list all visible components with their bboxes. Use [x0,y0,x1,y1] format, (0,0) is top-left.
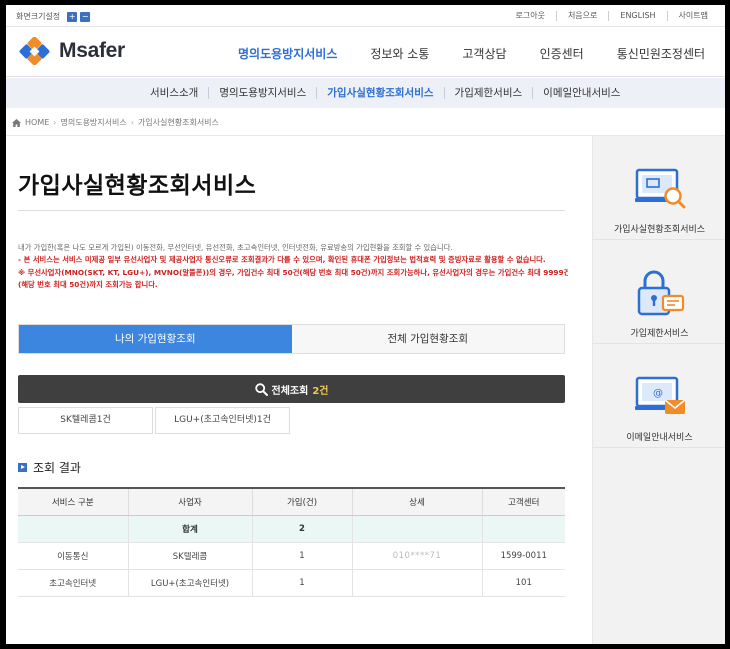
quick-menu-label: 가입사실현황조회서비스 [613,225,706,235]
search-count: 2건 [312,385,329,397]
notice-text: ※ 무선사업자(MNO(SKT, KT, LGU+), MVNO(알뜰폰))의 … [18,267,568,277]
main-nav: 명의도용방지서비스 정보와 소통 고객상담 인증센터 통신민원조정센터 [238,45,705,62]
col-detail: 상세 [351,487,482,516]
utility-bar: 화면크기설정 + − 로그아웃 처음으로 ENGLISH 사이트맵 [6,5,725,27]
cell-count: 1 [251,542,352,570]
quick-menu-label: 이메일안내서비스 [626,433,693,443]
english-link[interactable]: ENGLISH [608,11,666,21]
cell-call-center: 1599-0011 [481,542,565,570]
carrier-filter: SK텔레콤1건 LGU+(초고속인터넷)1건 [18,407,290,434]
cell-provider: SK텔레콤 [127,542,252,570]
breadcrumb-level-1[interactable]: 명의도용방지서비스 [60,117,126,128]
bullet-icon [18,463,27,472]
cell-call-center: 101 [481,569,565,597]
carrier-filter-skt[interactable]: SK텔레콤1건 [18,407,153,434]
nav-item-identity-theft[interactable]: 명의도용방지서비스 [238,45,337,62]
sub-nav: 서비스소개 명의도용방지서비스 가입사실현황조회서비스 가입제한서비스 이메일안… [6,78,725,108]
cell-detail[interactable] [351,569,482,597]
cell-service-type: 이동통신 [18,542,128,570]
nav-item-mediation[interactable]: 통신민원조정센터 [617,45,705,62]
chevron-right-icon: › [53,118,57,127]
page-title: 가입사실현황조회서비스 [18,173,257,199]
font-size-control: 화면크기설정 + − [16,11,91,22]
result-heading-text: 조회 결과 [33,461,81,475]
quick-menu-subscription-lookup[interactable]: 가입사실현황조회서비스 [593,136,725,240]
nav-item-certification[interactable]: 인증센터 [540,45,584,62]
notice-text: (해당 번호 최대 50건)까지 조회가능 합니다. [18,280,158,290]
quick-menu: 가입사실현황조회서비스 가입제한서비스 @ 이메일안내서비스 [592,136,725,644]
notice-text: - 본 서비스는 서비스 미제공 일부 유선사업자 및 제공사업자 통신오류로 … [18,255,546,265]
quick-menu-restriction[interactable]: 가입제한서비스 [593,240,725,344]
description-text: 내가 가입한(혹은 나도 모르게 가입된) 이동전화, 무선인터넷, 유선전화,… [18,243,453,252]
logout-link[interactable]: 로그아웃 [504,11,555,21]
main-content: 가입사실현황조회서비스 내가 가입한(혹은 나도 모르게 가입된) 이동전화, … [6,136,592,644]
home-icon [12,118,21,127]
col-service-type: 서비스 구분 [18,487,128,516]
logo-text: Msafer [59,39,125,62]
divider [18,210,565,211]
quick-menu-email[interactable]: @ 이메일안내서비스 [593,344,725,448]
tab-my-lookup[interactable]: 나의 가입현황조회 [19,325,292,353]
nav-item-info[interactable]: 정보와 소통 [370,45,429,62]
subnav-item-restriction[interactable]: 가입제한서비스 [443,87,533,99]
carrier-filter-lgu[interactable]: LGU+(초고속인터넷)1건 [155,407,290,434]
search-icon [254,382,268,396]
subnav-item-subscription-lookup[interactable]: 가입사실현황조회서비스 [316,87,443,99]
svg-text:@: @ [653,388,663,399]
breadcrumb: HOME › 명의도용방지서비스 › 가입사실현황조회서비스 [12,117,219,128]
tab-all-lookup[interactable]: 전체 가입현황조회 [291,325,564,353]
table-sum-row: 합계 2 [18,515,565,543]
font-size-label: 화면크기설정 [16,12,61,21]
result-heading: 조회 결과 [18,459,81,476]
cell-provider: LGU+(초고속인터넷) [127,569,252,597]
sum-label: 합계 [127,515,252,543]
lock-card-icon [637,270,685,316]
search-label: 전체조회 [271,385,309,397]
table-header-row: 서비스 구분 사업자 가입(건) 상세 고객센터 [18,487,565,516]
sitemap-link[interactable]: 사이트맵 [666,11,719,21]
service-description: 내가 가입한(혹은 나도 모르게 가입된) 이동전화, 무선인터넷, 유선전화,… [18,242,568,292]
font-size-plus-button[interactable]: + [67,11,78,22]
page-frame: 화면크기설정 + − 로그아웃 처음으로 ENGLISH 사이트맵 Msafer… [6,5,725,644]
breadcrumb-home[interactable]: HOME [25,118,49,127]
logo[interactable]: Msafer [18,37,125,65]
subnav-item-intro[interactable]: 서비스소개 [140,87,208,99]
logo-mark-icon [19,37,50,65]
col-provider: 사업자 [127,487,252,516]
subnav-item-identity-theft[interactable]: 명의도용방지서비스 [208,87,316,99]
subnav-item-email[interactable]: 이메일안내서비스 [532,87,630,99]
col-call-center: 고객센터 [481,487,565,516]
cell-service-type: 초고속인터넷 [18,569,128,597]
cell-count: 1 [251,569,352,597]
cell-detail[interactable]: 010​****7​1​ [351,542,482,570]
col-count: 가입(건) [251,487,352,516]
nav-item-support[interactable]: 고객상담 [462,45,506,62]
table-row: 이동통신 SK텔레콤 1 010​****7​1​ 1599-0011 [18,542,565,570]
monitor-search-icon [635,168,686,209]
chevron-right-icon: › [130,118,134,127]
monitor-mail-icon: @ [635,376,686,414]
header: Msafer 명의도용방지서비스 정보와 소통 고객상담 인증센터 통신민원조정… [6,27,725,77]
result-table: 서비스 구분 사업자 가입(건) 상세 고객센터 합계 2 이동통신 SK텔레콤… [18,487,565,597]
sum-value: 2 [251,515,352,543]
table-row: 초고속인터넷 LGU+(초고속인터넷) 1 101 [18,569,565,597]
breadcrumb-level-2: 가입사실현황조회서비스 [137,118,219,127]
quick-menu-label: 가입제한서비스 [630,329,689,339]
home-link[interactable]: 처음으로 [555,11,608,21]
utility-links: 로그아웃 처음으로 ENGLISH 사이트맵 [504,11,719,21]
all-lookup-button[interactable]: 전체조회 2건 [18,375,565,403]
font-size-minus-button[interactable]: − [80,11,91,22]
lookup-tabs: 나의 가입현황조회 전체 가입현황조회 [18,324,565,354]
